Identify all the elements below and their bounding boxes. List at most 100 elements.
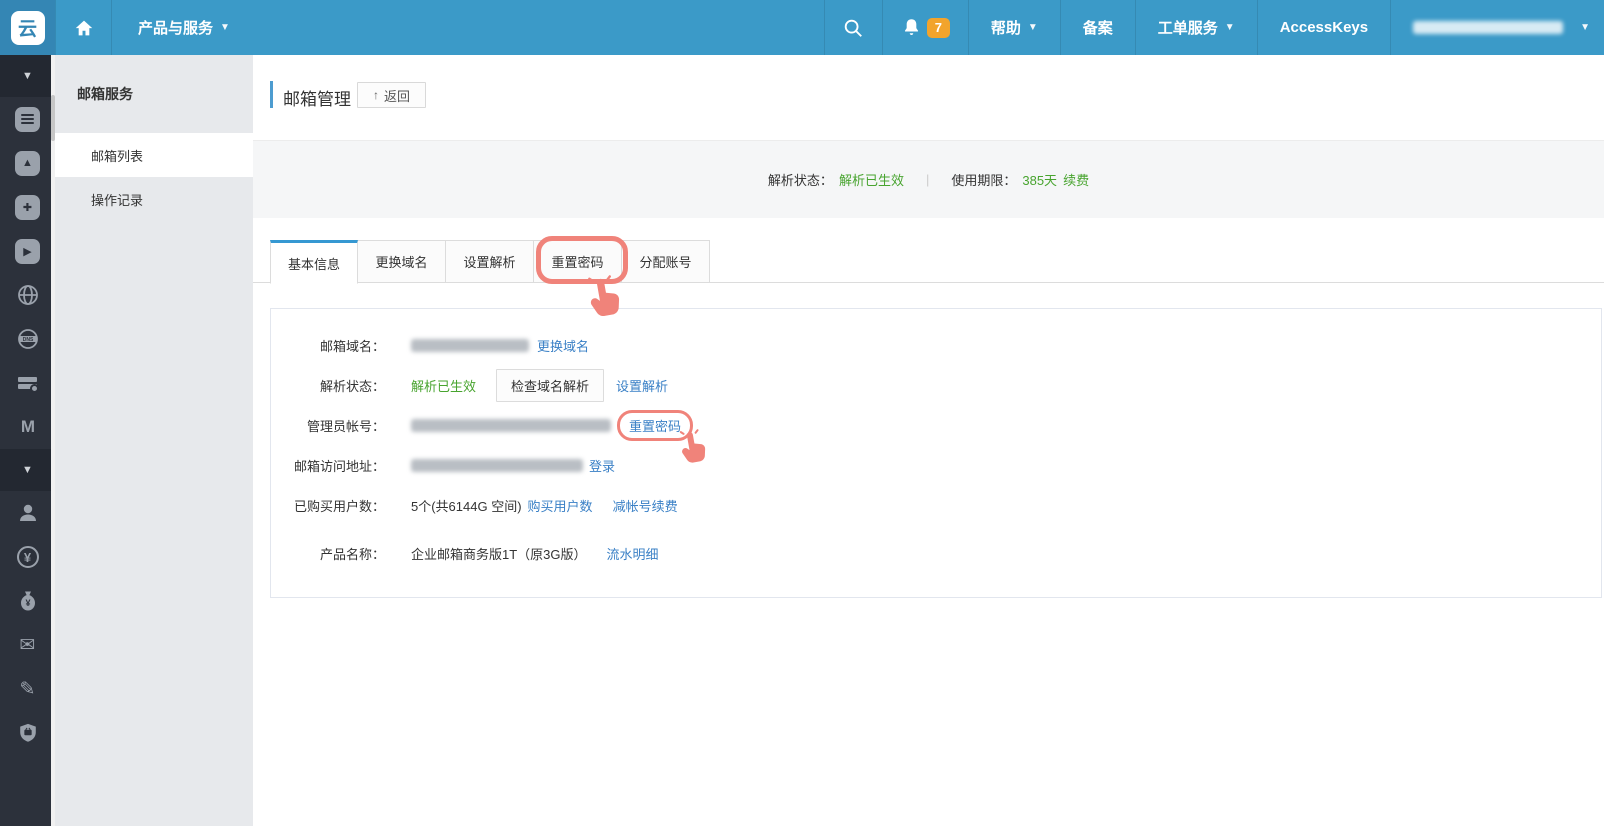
sidebar-item-security[interactable] xyxy=(0,711,55,755)
mail-envelope-icon: ✉ xyxy=(19,634,36,656)
sidebar-scrollbar-thumb[interactable] xyxy=(51,95,55,141)
field-label: 邮箱访问地址： xyxy=(293,458,385,474)
home-button[interactable] xyxy=(55,0,111,55)
field-label: 管理员帐号： xyxy=(306,418,385,434)
user-account-menu[interactable]: ▼ xyxy=(1390,0,1604,55)
field-row-mail-access-url: 邮箱访问地址： 登录 xyxy=(271,445,1601,485)
tab-assign-account[interactable]: 分配账号 xyxy=(622,240,710,283)
check-domain-resolution-button[interactable]: 检查域名解析 xyxy=(496,368,605,402)
m-service-icon: M xyxy=(20,417,35,436)
money-bag-icon: ¥ xyxy=(20,591,35,611)
sidebar-section-collapse[interactable]: ▼ xyxy=(0,55,55,97)
field-row-resolve-status: 解析状态： 解析已生效 检查域名解析 设置解析 xyxy=(271,365,1601,405)
tab-change-domain[interactable]: 更换域名 xyxy=(358,240,446,283)
promotion-icon: ▶ xyxy=(15,238,40,264)
redacted-username xyxy=(1413,21,1564,34)
sidebar-item-promotion[interactable]: ▶ xyxy=(0,229,55,273)
product-name-value: 企业邮箱商务版1T（原3G版） xyxy=(411,546,587,562)
user-icon xyxy=(19,504,36,521)
subnav-item-operation-log[interactable]: 操作记录 xyxy=(55,177,253,221)
page-title: 邮箱管理 xyxy=(283,90,351,109)
login-link[interactable]: 登录 xyxy=(589,456,615,475)
sidebar-item-m-service[interactable]: M xyxy=(0,405,55,449)
change-domain-link[interactable]: 更换域名 xyxy=(537,336,589,355)
sidebar-item-funds[interactable]: ¥ xyxy=(0,579,55,623)
help-label: 帮助 xyxy=(990,20,1021,37)
field-row-product-name: 产品名称： 企业邮箱商务版1T（原3G版） 流水明细 xyxy=(271,533,1601,573)
svg-text:¥: ¥ xyxy=(25,598,30,608)
aliyun-logo[interactable]: 云 xyxy=(0,0,55,55)
beian-label: 备案 xyxy=(1082,20,1113,37)
products-services-menu[interactable]: 产品与服务 ▼ xyxy=(111,0,256,55)
main-content: 邮箱管理 ↑ 返回 解析状态： 解析已生效 | 使用期限： 385天 续费 基本… xyxy=(253,55,1604,826)
tabs-container: 基本信息 更换域名 设置解析 重置密码 分配账号 xyxy=(253,236,1604,317)
redacted-access-url xyxy=(411,458,583,472)
ticket-service-label: 工单服务 xyxy=(1157,20,1218,37)
subnav-item-mailbox-list[interactable]: 邮箱列表 xyxy=(55,133,253,177)
back-button-label: 返回 xyxy=(384,88,411,104)
tab-set-resolution[interactable]: 设置解析 xyxy=(446,240,534,283)
sidebar-item-storage[interactable] xyxy=(0,361,55,405)
dns-globe-icon: DNS xyxy=(17,329,38,349)
chevron-down-icon: ▼ xyxy=(1224,22,1235,33)
tab-bar: 基本信息 更换域名 设置解析 重置密码 分配账号 xyxy=(253,240,1604,284)
sidebar-item-dns[interactable]: DNS xyxy=(0,317,55,361)
buy-users-link[interactable]: 购买用户数 xyxy=(528,496,593,515)
top-navigation-bar: 云 产品与服务 ▼ 7 帮助 ▼ 备案 工单服务 ▼ AccessKeys ▼ xyxy=(0,0,1604,55)
notifications-button[interactable]: 7 xyxy=(881,0,968,55)
field-row-mail-domain: 邮箱域名： 更换域名 xyxy=(271,325,1601,365)
chevron-down-icon: ▼ xyxy=(220,22,230,33)
renew-link[interactable]: 续费 xyxy=(1063,170,1089,189)
sidebar-item-user-center[interactable] xyxy=(0,491,55,535)
back-button[interactable]: ↑ 返回 xyxy=(357,82,427,108)
ticket-service-menu[interactable]: 工单服务 ▼ xyxy=(1134,0,1257,55)
field-label: 产品名称： xyxy=(319,546,385,562)
products-services-label: 产品与服务 xyxy=(138,20,214,37)
notification-badge: 7 xyxy=(926,17,950,38)
billing-yen-icon: ¥ xyxy=(16,546,39,568)
server-list-icon xyxy=(15,106,40,132)
field-row-admin-account: 管理员帐号： 重置密码 xyxy=(271,405,1601,463)
collapse-chevron-icon: ▼ xyxy=(22,70,33,82)
status-bar: 解析状态： 解析已生效 | 使用期限： 385天 续费 xyxy=(253,140,1604,218)
aliyun-cloud-icon: 云 xyxy=(10,10,45,45)
collapse-chevron-icon: ▼ xyxy=(22,464,33,476)
resolve-status-value: 解析已生效 xyxy=(838,173,904,188)
sidebar-scrollbar[interactable] xyxy=(51,55,55,826)
sidebar-item-billing[interactable]: ¥ xyxy=(0,535,55,579)
field-row-purchased-users: 已购买用户数： 5个(共6144G 空间) 购买用户数 减帐号续费 xyxy=(271,485,1601,525)
redacted-mail-domain xyxy=(411,338,529,352)
sidebar-item-feedback[interactable]: ✎ xyxy=(0,667,55,711)
resolve-status-value: 解析已生效 xyxy=(411,378,477,394)
chevron-down-icon: ▼ xyxy=(1580,22,1590,33)
sidebar-item-servers[interactable] xyxy=(0,97,55,141)
redacted-admin-account xyxy=(411,418,611,432)
reduce-account-renew-link[interactable]: 减帐号续费 xyxy=(613,496,678,515)
search-icon xyxy=(845,19,863,37)
tab-reset-password[interactable]: 重置密码 xyxy=(534,240,622,283)
search-button[interactable] xyxy=(823,0,882,55)
basic-info-panel: 邮箱域名： 更换域名 解析状态： 解析已生效 检查域名解析 设置解析 管理员帐号… xyxy=(270,308,1602,598)
sidebar-item-network[interactable] xyxy=(0,273,55,317)
reset-password-link[interactable]: 重置密码 xyxy=(629,419,681,434)
annotation-highlight-oval: 重置密码 xyxy=(617,409,706,463)
help-menu[interactable]: 帮助 ▼ xyxy=(967,0,1060,55)
beian-link[interactable]: 备案 xyxy=(1059,0,1135,55)
set-resolution-link[interactable]: 设置解析 xyxy=(616,376,668,395)
sidebar-item-nodes[interactable]: ✚ xyxy=(0,185,55,229)
sidebar-section-collapse-2[interactable]: ▼ xyxy=(0,449,55,491)
sidebar-item-messages[interactable]: ✉ xyxy=(0,623,55,667)
tab-basic-info[interactable]: 基本信息 xyxy=(270,240,358,284)
edit-pencil-icon: ✎ xyxy=(19,678,36,700)
field-label: 邮箱域名： xyxy=(319,338,385,354)
sidebar-item-apps[interactable]: ▲ xyxy=(0,141,55,185)
billing-detail-link[interactable]: 流水明细 xyxy=(607,544,659,563)
icon-sidebar: ▼ ▲ ✚ ▶ DNS M ▼ ¥ ¥ ✉ ✎ xyxy=(0,55,55,826)
accesskeys-link[interactable]: AccessKeys xyxy=(1256,0,1390,55)
chevron-down-icon: ▼ xyxy=(1027,22,1038,33)
bell-icon xyxy=(904,19,918,35)
security-shield-icon xyxy=(19,723,36,742)
storage-servers-icon xyxy=(18,377,39,393)
secondary-sidebar: 邮箱服务 邮箱列表 操作记录 xyxy=(55,55,253,826)
usage-period-label: 使用期限： xyxy=(951,173,1017,188)
